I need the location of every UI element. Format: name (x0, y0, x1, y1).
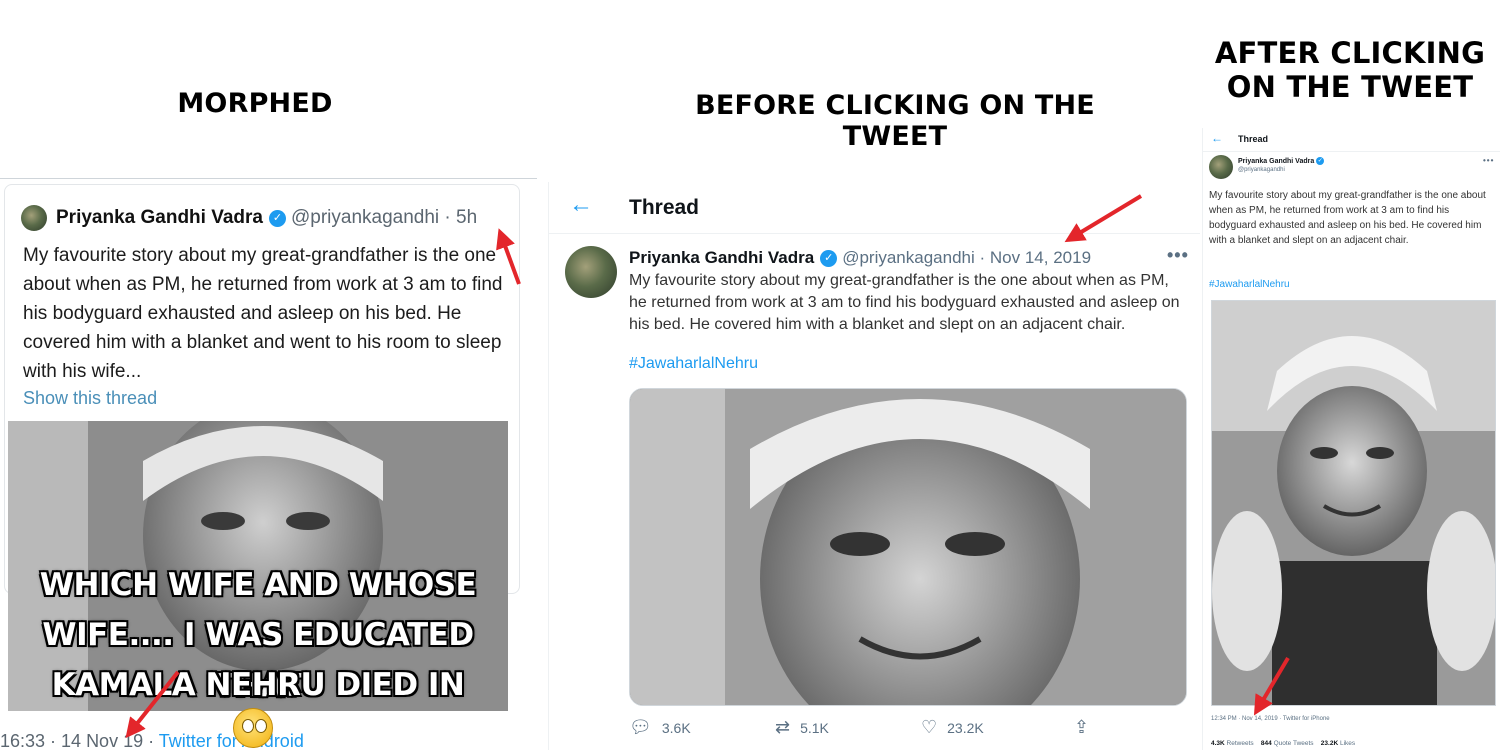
after-click-panel: ← Thread Priyanka Gandhi Vadra ✓ @priyan… (1202, 128, 1500, 750)
heading-after-clicking: AFTER CLICKING ON THE TWEET (1200, 36, 1500, 104)
quote-count[interactable]: 844 (1261, 740, 1272, 747)
tweet-photo[interactable] (1211, 300, 1496, 706)
avatar[interactable] (1209, 155, 1233, 179)
rolling-eyes-emoji-icon (233, 708, 273, 748)
tweet-time[interactable]: 5h (456, 207, 477, 229)
thread-title: Thread (629, 196, 700, 219)
like-count: 23.2K (947, 719, 984, 736)
verified-badge-icon: ✓ (1316, 157, 1325, 165)
tweet-photo[interactable] (629, 388, 1187, 706)
share-icon: ⇪ (1074, 717, 1090, 737)
heading-after-line-2: ON THE TWEET (1226, 70, 1474, 104)
more-options-icon[interactable]: ••• (1167, 245, 1189, 266)
author-name[interactable]: Priyanka Gandhi Vadra (56, 207, 263, 229)
retweet-button[interactable]: ⇄ 5.1K (775, 717, 829, 738)
tweet-stats: 4.3K Retweets 844 Quote Tweets 23.2K Lik… (1211, 740, 1355, 747)
hashtag-link[interactable]: #JawaharlalNehru (1209, 279, 1290, 290)
quote-label[interactable]: Quote Tweets (1274, 740, 1314, 747)
author-name[interactable]: Priyanka Gandhi Vadra (629, 248, 814, 268)
author-handle[interactable]: @priyankagandhi (842, 248, 975, 268)
tweet-meta: 12:34 PM · Nov 14, 2019 · Twitter for iP… (1211, 716, 1330, 722)
heading-after-line-1: AFTER CLICKING (1214, 36, 1486, 70)
author-handle[interactable]: @priyankagandhi (291, 207, 439, 229)
author-handle[interactable]: @priyankagandhi (1238, 167, 1285, 173)
reply-icon: 💬︎ (629, 717, 652, 737)
verified-badge-icon: ✓ (820, 249, 838, 267)
back-arrow-icon[interactable]: ← (569, 191, 593, 219)
author-name[interactable]: Priyanka Gandhi Vadra (1238, 158, 1314, 165)
share-button[interactable]: ⇪ (1074, 717, 1099, 738)
avatar[interactable] (565, 246, 617, 298)
like-button[interactable]: ♡ 23.2K (921, 717, 984, 738)
back-arrow-icon[interactable]: ← (1211, 131, 1223, 145)
tweet-timestamp[interactable]: 16:33 · 14 Nov 19 · (0, 731, 159, 750)
separator-dot: · (974, 248, 990, 267)
tweet-client[interactable]: Twitter for Android (159, 731, 304, 750)
tweet-text: My favourite story about my great-grandf… (23, 245, 503, 382)
retweet-count: 5.1K (800, 719, 829, 736)
thread-header: ← Thread (1203, 128, 1500, 152)
heading-morphed: MORPHED (177, 88, 333, 119)
verified-badge-icon: ✓ (268, 209, 286, 227)
tweet-date[interactable]: Nov 14, 2019 (990, 248, 1091, 268)
author-name-row: Priyanka Gandhi Vadra ✓ (1238, 157, 1325, 165)
thread-title: Thread (1238, 134, 1269, 144)
like-count[interactable]: 23.2K (1321, 740, 1338, 747)
reply-button[interactable]: 💬︎ 3.6K (629, 717, 691, 738)
retweet-label[interactable]: Retweets (1227, 740, 1254, 747)
hashtag-link[interactable]: #JawaharlalNehru (629, 355, 758, 373)
portrait-illustration (630, 389, 1186, 705)
meme-caption-line-3: KAMALA NEHRU DIED IN 1936 (51, 667, 465, 703)
meme-caption-line-1: WHICH WIFE AND WHOSE (39, 567, 477, 603)
retweet-icon: ⇄ (775, 717, 791, 737)
thread-header: ← Thread (549, 182, 1200, 234)
separator-dot: · (439, 207, 457, 228)
portrait-illustration (1212, 301, 1495, 705)
heart-icon: ♡ (921, 717, 938, 737)
heading-before-clicking: BEFORE CLICKING ON THE TWEET (695, 90, 1095, 152)
morphed-tweet-header: Priyanka Gandhi Vadra ✓ @priyankagandhi … (21, 203, 477, 233)
reply-count: 3.6K (661, 719, 691, 736)
tweet-photo[interactable]: WHICH WIFE AND WHOSE WIFE.... I WAS EDUC… (8, 421, 508, 711)
tweet-header: Priyanka Gandhi Vadra ✓ @priyankagandhi … (629, 246, 1091, 270)
show-thread-link[interactable]: Show this thread (23, 388, 157, 409)
retweet-count[interactable]: 4.3K (1211, 740, 1225, 747)
tweet-actions: 💬︎ 3.6K ⇄ 5.1K ♡ 23.2K ⇪ (629, 717, 1099, 739)
like-label[interactable]: Likes (1340, 740, 1355, 747)
more-options-icon[interactable]: ••• (1483, 156, 1494, 165)
tweet-text: My favourite story about my great-grandf… (1209, 190, 1486, 246)
before-click-panel: ← Thread Priyanka Gandhi Vadra ✓ @priyan… (548, 182, 1200, 750)
tweet-text: My favourite story about my great-grandf… (629, 272, 1180, 333)
avatar[interactable] (21, 205, 47, 231)
morphed-tweet-panel: Priyanka Gandhi Vadra ✓ @priyankagandhi … (0, 178, 537, 750)
